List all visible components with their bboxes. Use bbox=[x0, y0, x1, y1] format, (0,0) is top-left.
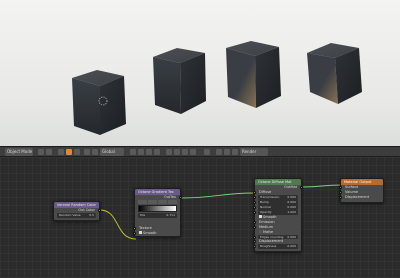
checkbox[interactable] bbox=[259, 215, 262, 218]
layer-icon[interactable] bbox=[154, 149, 160, 155]
lock-icon[interactable] bbox=[204, 149, 210, 155]
layer-icon[interactable] bbox=[166, 149, 172, 155]
input-socket[interactable] bbox=[339, 186, 342, 189]
shading-rendered-icon[interactable] bbox=[66, 149, 72, 155]
cube-4[interactable] bbox=[307, 43, 362, 104]
layer-icon[interactable] bbox=[190, 149, 196, 155]
input-socket[interactable] bbox=[253, 245, 256, 248]
diffuse-material-node[interactable]: Octane Diffuse Mat OutMat Diffuse Transm… bbox=[253, 178, 303, 252]
socket-label: Texture bbox=[139, 225, 152, 230]
cube-2[interactable] bbox=[153, 48, 206, 114]
camera-icon[interactable] bbox=[232, 149, 238, 155]
voronoi-node[interactable]: Voronoi Random Color Out Color Random Va… bbox=[53, 201, 101, 221]
socket-label: OutMat bbox=[284, 185, 297, 189]
input-socket[interactable] bbox=[253, 191, 256, 194]
layer-icon[interactable] bbox=[138, 149, 144, 155]
checkbox[interactable] bbox=[139, 231, 142, 234]
input-socket[interactable] bbox=[253, 240, 256, 243]
ramp-flip-button[interactable] bbox=[158, 200, 167, 204]
roughness-field[interactable]: Roughness 0.000 bbox=[253, 244, 298, 249]
ramp-mode-dropdown[interactable] bbox=[168, 200, 177, 204]
link-voronoi-gradient bbox=[99, 209, 137, 240]
ramp-add-button[interactable] bbox=[138, 200, 147, 204]
checkbox[interactable] bbox=[259, 230, 262, 233]
render-layer-dropdown[interactable]: Render Layer bbox=[240, 148, 268, 162]
ramp-remove-button[interactable] bbox=[148, 200, 157, 204]
output-socket[interactable] bbox=[179, 196, 182, 199]
move-icon[interactable] bbox=[92, 149, 98, 155]
bump-field[interactable]: Bump 0.000 bbox=[253, 200, 298, 205]
material-output-node[interactable]: Material Output Surface Volume Displacem… bbox=[339, 178, 384, 203]
3d-viewport[interactable] bbox=[0, 0, 400, 146]
input-socket[interactable] bbox=[253, 201, 256, 204]
viewport-scene bbox=[72, 41, 362, 135]
color-ramp[interactable] bbox=[138, 205, 177, 212]
input-socket[interactable] bbox=[339, 191, 342, 194]
output-socket[interactable] bbox=[300, 186, 303, 189]
layer-icon[interactable] bbox=[130, 149, 136, 155]
input-socket[interactable] bbox=[253, 220, 256, 224]
input-socket[interactable] bbox=[253, 206, 256, 209]
snap-icon[interactable] bbox=[216, 149, 222, 155]
smooth-checkbox-row[interactable]: Smooth bbox=[133, 231, 180, 236]
input-socket[interactable] bbox=[253, 196, 256, 199]
gradient-texture-node[interactable]: Octane Gradient Tex OutTex Pos 0.711 Tex… bbox=[133, 188, 182, 237]
normal-field[interactable]: Normal 0.000 bbox=[253, 205, 298, 210]
node-editor-header: Object Mode Global Render Layer bbox=[0, 146, 400, 162]
layer-icon[interactable] bbox=[146, 149, 152, 155]
proportional-icon[interactable] bbox=[224, 149, 230, 155]
displacement-input-row: Displacement bbox=[339, 195, 383, 200]
socket-label: OutTex bbox=[163, 195, 176, 199]
link-gradient-diffuse bbox=[180, 192, 257, 199]
output-socket-row: OutTex bbox=[135, 195, 182, 200]
ramp-controls[interactable] bbox=[138, 200, 177, 204]
mode-dropdown[interactable]: Object Mode bbox=[5, 148, 33, 156]
layer-icon[interactable] bbox=[182, 149, 188, 155]
shading-solid-icon[interactable] bbox=[58, 149, 64, 155]
manipulator-icon[interactable] bbox=[84, 149, 90, 155]
select-menu-icon[interactable] bbox=[46, 149, 52, 155]
ramp-position-field[interactable]: Pos 0.711 bbox=[138, 213, 177, 218]
cube-3[interactable] bbox=[226, 41, 281, 108]
input-socket[interactable] bbox=[133, 226, 136, 230]
layer-icon[interactable] bbox=[174, 149, 180, 155]
pivot-icon[interactable] bbox=[74, 149, 80, 155]
orientation-dropdown[interactable]: Global bbox=[100, 148, 124, 156]
node-editor[interactable]: Voronoi Random Color Out Color Random Va… bbox=[0, 157, 400, 278]
view-menu-icon[interactable] bbox=[38, 149, 44, 155]
random-value-field[interactable]: Random Value 0.5 bbox=[57, 213, 96, 218]
input-socket[interactable] bbox=[253, 225, 256, 229]
cube-1[interactable] bbox=[72, 70, 126, 135]
link-diffuse-output bbox=[301, 184, 343, 188]
input-socket[interactable] bbox=[339, 196, 342, 199]
input-socket[interactable] bbox=[133, 231, 136, 235]
output-socket[interactable] bbox=[98, 209, 101, 212]
transmission-field[interactable]: Transmission 0.000 bbox=[253, 195, 298, 200]
socket-label: Out Color bbox=[78, 208, 95, 212]
